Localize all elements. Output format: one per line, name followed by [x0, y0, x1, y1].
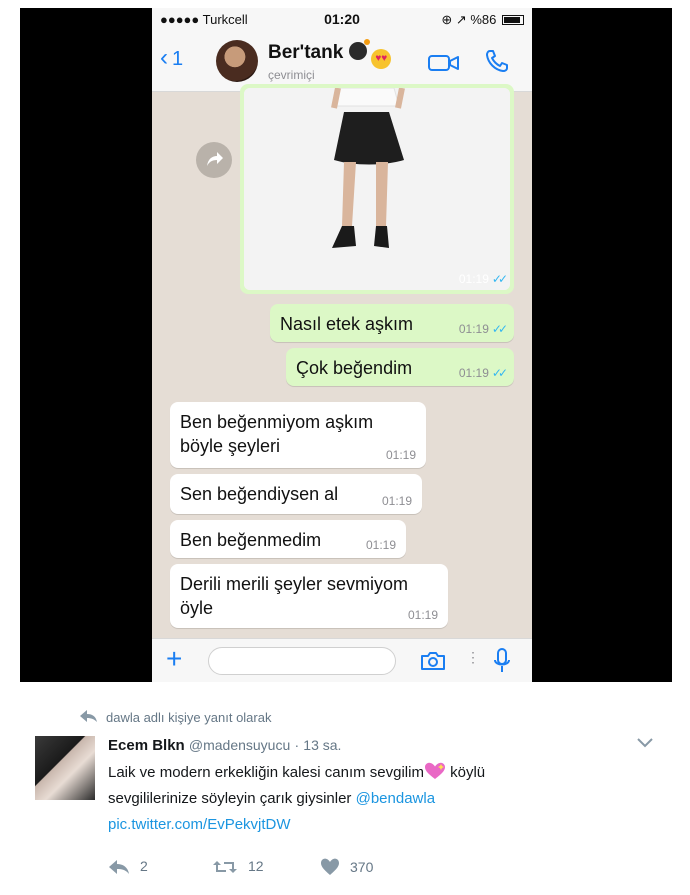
tweet-text: Laik ve modern erkekliğin kalesi canım s… — [108, 760, 578, 838]
phone-call-icon[interactable] — [484, 48, 510, 74]
message-text: böyle şeyleri — [180, 436, 281, 456]
model-figure-illustration — [244, 88, 510, 290]
double-check-icon: ✓✓ — [491, 322, 508, 336]
contact-name: Ber'tank — [268, 42, 344, 63]
chat-area: 01:19 ✓✓ Nasıl etek aşkım 01:19 ✓✓ Çok beğ… — [152, 84, 532, 638]
battery-icon — [502, 15, 524, 25]
message-text: öyle — [180, 598, 214, 618]
message-time: 01:19 — [365, 538, 396, 552]
message-meta: 01:19 ✓✓ — [458, 322, 508, 336]
pic-link[interactable]: pic.twitter.com/EvPekvjtDW — [108, 816, 291, 833]
message-input[interactable] — [208, 647, 396, 675]
tweet-page: { "statusbar": { "carrier": "●●●●● Turkc… — [0, 0, 690, 895]
message-bubble-out[interactable]: Nasıl etek aşkım 01:19 ✓✓ — [270, 304, 514, 342]
tweet-header: Ecem Blkn @madensuyucu · 13 sa. — [108, 737, 341, 754]
user-name[interactable]: Ecem Blkn — [108, 737, 185, 754]
tweet-timestamp[interactable]: 13 sa. — [303, 737, 341, 753]
status-bar: ●●●●● Turkcell 01:20 ⊕ ↗ %86 — [152, 8, 532, 30]
chevron-left-icon: ‹ — [160, 44, 168, 71]
retweet-icon — [213, 861, 237, 873]
retweet-button[interactable]: 12 — [212, 858, 264, 875]
user-handle[interactable]: @madensuyucu — [189, 737, 290, 753]
message-text: Ben beğenmedim — [180, 530, 322, 550]
message-bubble-in[interactable]: Derili merili şeyler sevmiyom öyle 01:19 — [170, 564, 448, 628]
reply-button[interactable]: 2 — [108, 858, 148, 875]
message-meta: 01:19 ✓✓ — [458, 366, 508, 380]
reply-icon — [109, 860, 129, 874]
whatsapp-screenshot: ●●●●● Turkcell 01:20 ⊕ ↗ %86 ‹ 1 Ber'tank… — [152, 8, 532, 682]
header-separator: · — [294, 737, 300, 753]
status-indicators: ⊕ ↗ %86 — [441, 12, 497, 27]
message-bubble-in[interactable]: Sen beğendiysen al 01:19 — [170, 474, 422, 514]
double-check-icon: ✓✓ — [491, 272, 508, 286]
message-text: Sen beğendiysen al — [180, 484, 339, 504]
separator-dots-icon: ⋮ — [466, 649, 480, 665]
skirt-photo: 01:19 ✓✓ — [244, 88, 510, 290]
back-button[interactable]: ‹ 1 — [160, 44, 183, 72]
sparkling-heart-emoji-icon — [424, 762, 445, 779]
back-count: 1 — [172, 48, 184, 70]
camera-icon[interactable] — [420, 651, 446, 671]
avatar[interactable] — [35, 736, 95, 800]
microphone-icon[interactable] — [492, 647, 512, 675]
message-time: 01:19 — [407, 608, 438, 622]
message-bubble-in[interactable]: Ben beğenmedim 01:19 — [170, 520, 406, 558]
chevron-down-icon[interactable] — [636, 736, 654, 750]
contact-status: çevrimiçi — [268, 68, 315, 82]
bomb-emoji-icon — [349, 39, 371, 60]
heart-icon — [321, 858, 339, 875]
tweet-text-part: köylü — [445, 764, 486, 781]
reply-context-text: dawla adlı kişiye yanıt olarak — [106, 710, 272, 725]
message-text: Derili merili şeyler sevmiyom — [180, 574, 409, 594]
plus-icon[interactable]: + — [166, 645, 182, 673]
double-check-icon: ✓✓ — [491, 366, 508, 380]
reply-arrow-icon — [80, 710, 97, 722]
message-bubble-out[interactable]: Çok beğendim 01:19 ✓✓ — [286, 348, 514, 386]
message-input-bar: + ⋮ — [152, 638, 532, 682]
like-count: 370 — [350, 859, 374, 875]
mention-link[interactable]: @bendawla — [356, 790, 435, 807]
tweet-text-line: sevgililerinize söyleyin çarık giysinler — [108, 790, 356, 807]
retweet-count: 12 — [248, 858, 264, 874]
message-time: 01:19 — [381, 494, 412, 508]
contact-name-row[interactable]: Ber'tank ♥♥ — [268, 39, 392, 69]
reply-count: 2 — [140, 858, 148, 874]
message-text: Ben beğenmiyom aşkım — [180, 412, 374, 432]
forward-button[interactable] — [196, 142, 232, 178]
video-call-icon[interactable] — [428, 54, 460, 72]
contact-avatar[interactable] — [216, 40, 258, 82]
like-button[interactable]: 370 — [320, 858, 373, 876]
reply-context[interactable]: dawla adlı kişiye yanıt olarak — [80, 710, 271, 725]
image-time: 01:19 ✓✓ — [458, 272, 508, 286]
status-right: ⊕ ↗ %86 — [441, 12, 524, 28]
chat-header: ‹ 1 Ber'tank ♥♥ çevrimiçi — [152, 30, 532, 92]
forward-icon — [207, 152, 223, 166]
message-bubble-in[interactable]: Ben beğenmiyom aşkım böyle şeyleri 01:19 — [170, 402, 426, 468]
message-time: 01:19 — [385, 448, 416, 462]
image-message[interactable]: 01:19 ✓✓ — [240, 84, 514, 294]
heart-eyes-emoji-icon: ♥♥ — [371, 49, 392, 69]
tweet-text-part: Laik ve modern erkekliğin kalesi canım s… — [108, 764, 424, 781]
